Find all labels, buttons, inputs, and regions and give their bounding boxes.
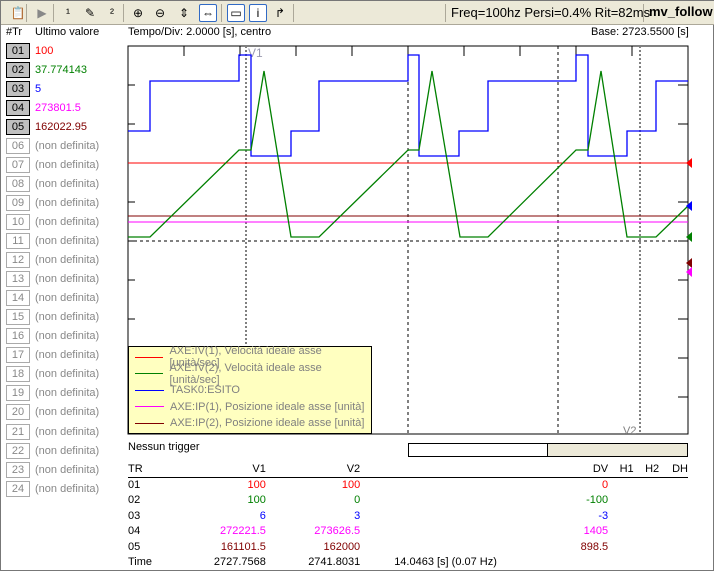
table-cell <box>634 539 660 555</box>
table-cell: 14.0463 [s] (0.07 Hz) <box>394 556 497 569</box>
table-cell: 1405 <box>583 525 609 538</box>
table-row: 01 100 100 0 <box>128 477 688 493</box>
table-cell <box>608 539 634 555</box>
table-row: 02 100 0 -100 <box>128 493 688 509</box>
table-row: 04 272221.5 273626.5 1405 <box>128 524 688 540</box>
table-cell: 100 <box>247 494 266 507</box>
table-cell: -100 <box>586 494 609 507</box>
table-cell: 03 <box>128 509 141 522</box>
legend-item: AXE:IP(2), Posizione ideale asse [unità] <box>135 415 371 432</box>
table-cell: 0 <box>602 479 609 491</box>
table-cell <box>608 524 634 540</box>
table-cell: Time <box>128 556 153 569</box>
trace-row[interactable]: 23 (non definita) <box>6 461 99 478</box>
table-cell: 273626.5 <box>314 525 361 538</box>
table-cell: 898.5 <box>580 540 609 553</box>
legend-item: AXE:IP(1), Posizione ideale asse [unità] <box>135 399 371 416</box>
time-scrollbar[interactable] <box>408 443 688 457</box>
legend-swatch <box>135 406 164 408</box>
legend-label: TASK0:ESITO <box>170 384 240 397</box>
table-cell <box>659 493 688 509</box>
table-cell: 161101.5 <box>220 540 266 553</box>
table-cell <box>634 493 660 509</box>
column-header: DH <box>659 462 688 478</box>
table-cell: 6 <box>259 509 266 522</box>
table-cell: 3 <box>354 509 361 522</box>
table-cell: -3 <box>598 509 609 522</box>
table-cell <box>634 508 660 524</box>
cursor-v2-label: V2 <box>623 425 636 437</box>
trace-last-value: (non definita) <box>35 444 100 457</box>
column-header: V1 <box>171 462 266 478</box>
trace-last-value: (non definita) <box>35 463 100 476</box>
trigger-status: Nessun trigger <box>128 441 200 453</box>
table-cell <box>634 555 660 571</box>
column-header: V2 <box>265 462 361 478</box>
table-cell: 2741.8031 <box>308 556 361 569</box>
table-cell: 01 <box>128 479 141 491</box>
trace-number-button[interactable]: 23 <box>6 461 30 478</box>
table-cell <box>659 539 688 555</box>
table-cell <box>608 477 634 493</box>
scroll-thumb[interactable] <box>409 444 548 456</box>
cursor-table: TR V1 V2 DV H1 H2 DH 01 100 100 0 02 100 0 -100 03 6 3 -3 0… <box>128 462 688 570</box>
table-cell: 02 <box>128 494 141 507</box>
legend-swatch <box>135 373 164 375</box>
table-cell <box>659 524 688 540</box>
table-cell <box>659 508 688 524</box>
table-cell <box>634 524 660 540</box>
table-row: Time 2727.7568 2741.8031 14.0463 [s] (0.07 … <box>128 555 688 571</box>
legend-item: AXE:IV(2), Velocità ideale asse [unità/s… <box>135 362 371 386</box>
table-cell <box>608 493 634 509</box>
legend-swatch <box>135 356 164 358</box>
trace-number-button[interactable]: 22 <box>6 442 30 459</box>
table-cell <box>659 477 688 493</box>
table-row: 03 6 3 -3 <box>128 508 688 524</box>
legend-label: AXE:IP(2), Posizione ideale asse [unità] <box>170 417 365 430</box>
trace-number-button[interactable]: 24 <box>6 480 30 497</box>
table-cell <box>659 555 688 571</box>
trace-last-value: (non definita) <box>35 482 100 495</box>
table-cell: 272221.5 <box>220 525 266 538</box>
table-cell: 162000 <box>323 540 361 553</box>
legend: AXE:IV(1), Velocità ideale asse [unità/s… <box>128 345 372 434</box>
table-cell: 2727.7568 <box>213 556 266 569</box>
legend-label: AXE:IP(1), Posizione ideale asse [unità] <box>170 400 365 413</box>
table-cell: 100 <box>247 479 266 491</box>
trace-row[interactable]: 22 (non definita) <box>6 442 99 459</box>
table-cell <box>608 555 634 571</box>
legend-label: AXE:IV(2), Velocità ideale asse [unità/s… <box>169 361 322 386</box>
column-header: H1 <box>608 462 634 478</box>
table-cell: 0 <box>354 494 361 507</box>
table-cell <box>608 508 634 524</box>
trace-row[interactable]: 24 (non definita) <box>6 480 99 497</box>
cursor-v1-label: V1 <box>248 46 263 60</box>
column-header: DV <box>360 462 609 478</box>
column-header: H2 <box>633 462 660 478</box>
table-cell: 04 <box>128 525 141 538</box>
column-header: TR <box>128 462 172 478</box>
table-cell: 100 <box>341 479 361 491</box>
legend-swatch <box>135 389 164 391</box>
table-row: 05 161101.5 162000 898.5 <box>128 539 688 555</box>
table-cell <box>634 477 660 493</box>
legend-swatch <box>135 422 164 424</box>
table-cell: 05 <box>128 540 141 553</box>
